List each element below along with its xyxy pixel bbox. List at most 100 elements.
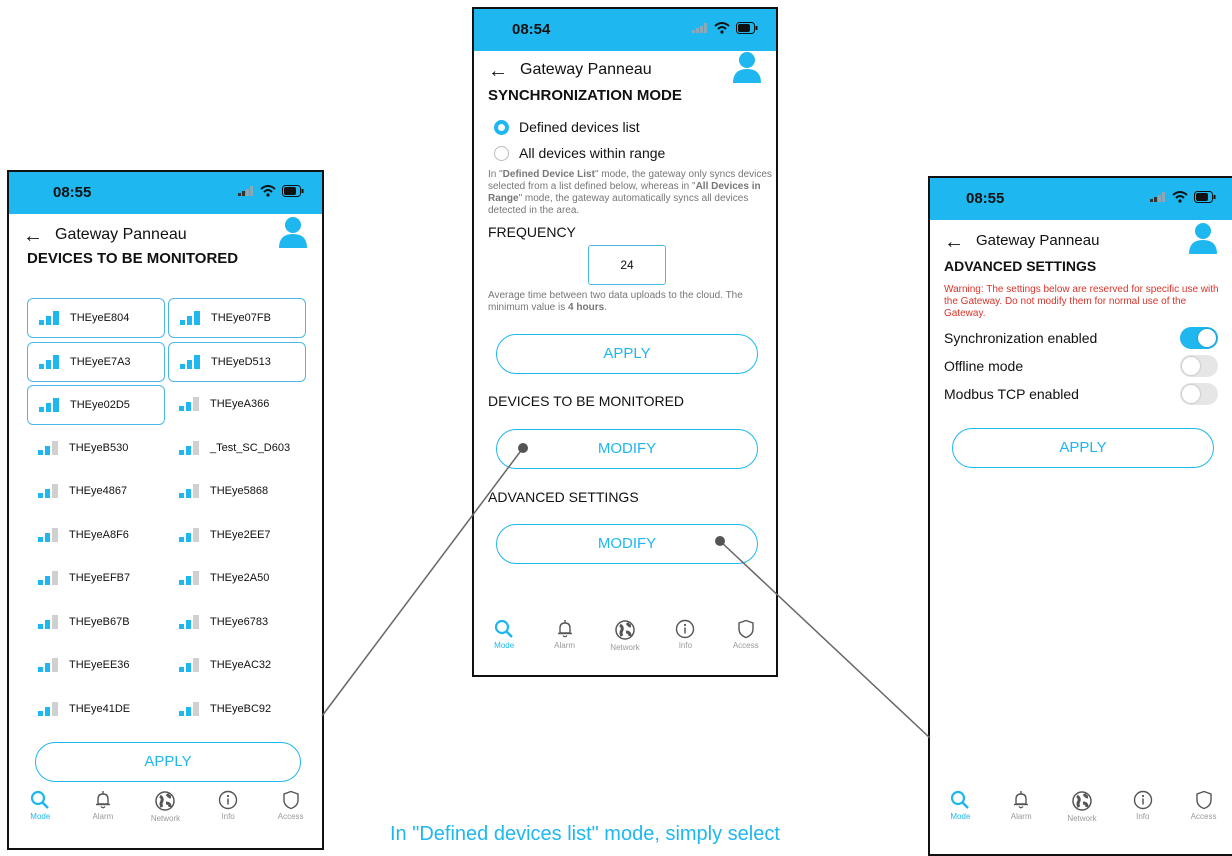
device-name: THEye2EE7: [210, 528, 271, 541]
device-item[interactable]: THEye07FB: [168, 298, 306, 338]
device-item[interactable]: THEye41DE: [27, 690, 165, 730]
frequency-label: FREQUENCY: [488, 224, 576, 240]
desc-text: In ": [488, 169, 503, 180]
back-arrow-icon[interactable]: ←: [23, 224, 43, 248]
signal-strength-icon: [179, 701, 199, 716]
header: ← Gateway Panneau: [488, 52, 762, 89]
nav-info[interactable]: Info: [1115, 778, 1171, 854]
device-item[interactable]: THEyeAC32: [168, 646, 306, 686]
radio-label: All devices within range: [519, 145, 666, 161]
signal-icon: [238, 186, 253, 196]
device-item[interactable]: THEye4867: [27, 472, 165, 512]
nav-label: Network: [610, 643, 640, 652]
status-time: 08:55: [53, 184, 92, 201]
device-name: THEye41DE: [69, 702, 131, 715]
toggle-knob: [1182, 385, 1200, 403]
device-name: THEye07FB: [211, 312, 271, 324]
setting-toggle[interactable]: [1180, 383, 1218, 405]
shield-icon: [263, 790, 319, 810]
device-item[interactable]: THEyeEE36: [27, 646, 165, 686]
device-item[interactable]: THEye5868: [168, 472, 306, 512]
setting-toggle[interactable]: [1180, 355, 1218, 377]
sync-mode-title: SYNCHRONIZATION MODE: [488, 87, 682, 104]
status-time: 08:55: [966, 190, 1005, 207]
back-arrow-icon[interactable]: ←: [944, 230, 964, 254]
status-bar: 08:55: [930, 178, 1232, 220]
nav-network[interactable]: Network: [597, 607, 653, 675]
back-arrow-icon[interactable]: ←: [488, 59, 508, 83]
nav-alarm[interactable]: Alarm: [537, 607, 593, 675]
apply-button[interactable]: APPLY: [496, 334, 758, 374]
device-name: _Test_SC_D603: [210, 441, 291, 454]
avatar-icon[interactable]: [732, 51, 762, 83]
frequency-input[interactable]: 24: [588, 245, 666, 285]
note-text: .: [604, 302, 607, 313]
wifi-icon: [1172, 191, 1188, 203]
nav-access[interactable]: Access: [718, 607, 774, 675]
device-item[interactable]: THEyeA8F6: [27, 516, 165, 556]
globe-icon: [597, 619, 653, 641]
device-name: THEyeE7A3: [70, 355, 131, 368]
battery-icon: [282, 185, 304, 197]
nav-label: Mode: [950, 812, 971, 821]
radio-defined-devices[interactable]: Defined devices list: [494, 119, 640, 135]
signal-strength-icon: [38, 658, 58, 672]
device-item[interactable]: THEyeD513: [168, 341, 306, 382]
device-name: THEye2A50: [210, 572, 270, 584]
shield-icon: [1176, 790, 1232, 810]
signal-strength-icon: [38, 484, 58, 498]
device-item[interactable]: THEye2A50: [168, 559, 306, 599]
info-icon: [657, 619, 713, 639]
bell-icon: [75, 790, 131, 810]
nav-label: Mode: [30, 812, 51, 821]
nav-access[interactable]: Access: [1176, 778, 1232, 854]
device-item[interactable]: _Test_SC_D603: [168, 429, 306, 469]
device-item[interactable]: THEye02D5: [27, 385, 165, 425]
device-item[interactable]: THEyeA366: [168, 385, 306, 425]
nav-mode[interactable]: Mode: [932, 778, 988, 854]
device-item[interactable]: THEyeE804: [27, 298, 165, 338]
phone-sync-screen: 08:54 ← Gateway Panneau SYNCHRONIZATION …: [472, 7, 778, 677]
signal-strength-icon: [38, 614, 58, 629]
phone-devices-screen: 08:55 ← Gateway Panneau DEVICES TO BE MO…: [7, 170, 324, 850]
bottom-nav: Mode Alarm Network Info Access: [474, 607, 776, 675]
nav-network[interactable]: Network: [1054, 778, 1110, 854]
signal-strength-icon: [180, 311, 200, 325]
nav-mode[interactable]: Mode: [476, 607, 532, 675]
advanced-settings-label: ADVANCED SETTINGS: [488, 489, 639, 505]
signal-strength-icon: [179, 658, 199, 672]
gateway-title: Gateway Panneau: [55, 226, 187, 243]
signal-strength-icon: [179, 484, 199, 498]
nav-label: Mode: [494, 641, 515, 650]
device-name: THEye02D5: [70, 399, 130, 411]
modify-devices-button[interactable]: MODIFY: [496, 429, 758, 469]
apply-button[interactable]: APPLY: [35, 742, 301, 782]
device-item[interactable]: THEyeE7A3: [27, 341, 165, 382]
avatar-icon[interactable]: [278, 216, 308, 248]
nav-label: Alarm: [1010, 812, 1032, 821]
radio-checked-icon: [494, 119, 509, 135]
device-item[interactable]: THEyeB67B: [27, 603, 165, 643]
nav-alarm[interactable]: Alarm: [993, 778, 1049, 854]
nav-info[interactable]: Info: [657, 607, 713, 675]
signal-strength-icon: [180, 354, 200, 369]
device-item[interactable]: THEye6783: [168, 603, 306, 643]
desc-text: " mode, the gateway automatically syncs …: [488, 193, 749, 216]
avatar-icon[interactable]: [1188, 222, 1218, 254]
device-item[interactable]: THEyeEFB7: [27, 559, 165, 599]
device-item[interactable]: THEye2EE7: [168, 516, 306, 556]
device-name: THEyeD513: [211, 355, 271, 368]
apply-button[interactable]: APPLY: [952, 428, 1214, 468]
status-bar: 08:54: [474, 9, 776, 51]
wifi-icon: [714, 22, 730, 34]
signal-icon: [1150, 192, 1165, 202]
signal-icon: [692, 23, 707, 33]
signal-strength-icon: [38, 571, 58, 585]
device-item[interactable]: THEyeB530: [27, 429, 165, 469]
device-item[interactable]: THEyeBC92: [168, 690, 306, 730]
radio-all-devices[interactable]: All devices within range: [494, 145, 665, 161]
modify-advanced-button[interactable]: MODIFY: [496, 524, 758, 564]
setting-toggle[interactable]: [1180, 327, 1218, 349]
bell-icon: [993, 790, 1049, 810]
globe-icon: [137, 790, 193, 812]
